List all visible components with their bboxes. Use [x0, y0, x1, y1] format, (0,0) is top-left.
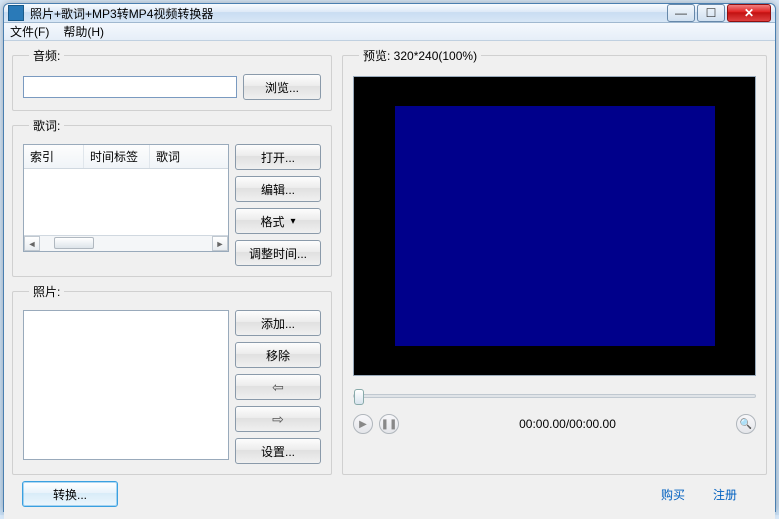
photos-remove-button[interactable]: 移除: [235, 342, 321, 368]
arrow-left-icon: ⇦: [272, 379, 284, 396]
maximize-button[interactable]: ☐: [697, 4, 725, 22]
play-button[interactable]: ▶: [353, 414, 373, 434]
window-buttons: — ☐ ✕: [667, 4, 771, 22]
scroll-right-icon[interactable]: ►: [212, 236, 228, 251]
zoom-icon[interactable]: 🔍: [736, 414, 756, 434]
lyrics-open-button[interactable]: 打开...: [235, 144, 321, 170]
preview-legend: 预览: 320*240(100%): [359, 47, 481, 64]
seek-slider[interactable]: [353, 386, 756, 406]
lyrics-edit-button[interactable]: 编辑...: [235, 176, 321, 202]
photos-moveup-button[interactable]: ⇦: [235, 374, 321, 400]
audio-legend: 音频:: [29, 47, 64, 64]
col-index[interactable]: 索引: [24, 145, 84, 168]
preview-video-frame: [395, 106, 715, 346]
arrow-right-icon: ⇨: [272, 411, 284, 428]
content-area: 音频: 浏览... 歌词: 索引 时间标签 歌词: [4, 41, 775, 519]
photos-movedown-button[interactable]: ⇨: [235, 406, 321, 432]
preview-canvas: [353, 76, 756, 376]
photos-add-button[interactable]: 添加...: [235, 310, 321, 336]
timecode: 00:00.00/00:00.00: [405, 417, 730, 431]
col-lyric[interactable]: 歌词: [150, 145, 228, 168]
lyrics-legend: 歌词:: [29, 117, 64, 134]
lyrics-group: 歌词: 索引 时间标签 歌词 ◄ ►: [12, 117, 332, 277]
lyrics-header: 索引 时间标签 歌词: [24, 145, 228, 169]
scroll-thumb[interactable]: [54, 237, 94, 249]
menubar: 文件(F) 帮助(H): [4, 23, 775, 41]
preview-group: 预览: 320*240(100%) ▶ ❚❚ 00:00.00/00:00.00…: [342, 47, 767, 475]
window-title: 照片+歌词+MP3转MP4视频转换器: [30, 5, 667, 22]
lyrics-list[interactable]: 索引 时间标签 歌词 ◄ ►: [23, 144, 229, 252]
lyrics-hscroll[interactable]: ◄ ►: [24, 235, 228, 251]
playback-controls: ▶ ❚❚ 00:00.00/00:00.00 🔍: [353, 414, 756, 434]
col-timetag[interactable]: 时间标签: [84, 145, 150, 168]
audio-group: 音频: 浏览...: [12, 47, 332, 111]
menu-file[interactable]: 文件(F): [10, 23, 49, 40]
photos-settings-button[interactable]: 设置...: [235, 438, 321, 464]
menu-help[interactable]: 帮助(H): [63, 23, 104, 40]
photos-group: 照片: 添加... 移除 ⇦ ⇨ 设置...: [12, 283, 332, 475]
register-link[interactable]: 注册: [713, 486, 737, 503]
lyrics-adjust-button[interactable]: 调整时间...: [235, 240, 321, 266]
pause-button[interactable]: ❚❚: [379, 414, 399, 434]
bottom-bar: 转换... 购买 注册: [12, 475, 767, 511]
audio-path-input[interactable]: [23, 76, 237, 98]
seek-thumb[interactable]: [354, 389, 364, 405]
lyrics-format-button[interactable]: 格式 ▾: [235, 208, 321, 234]
photos-list[interactable]: [23, 310, 229, 460]
app-window: 照片+歌词+MP3转MP4视频转换器 — ☐ ✕ 文件(F) 帮助(H) 音频:…: [3, 3, 776, 512]
titlebar[interactable]: 照片+歌词+MP3转MP4视频转换器 — ☐ ✕: [4, 4, 775, 23]
lyrics-list-body[interactable]: [24, 169, 228, 235]
chevron-down-icon: ▾: [290, 216, 295, 227]
photos-legend: 照片:: [29, 283, 64, 300]
close-button[interactable]: ✕: [727, 4, 771, 22]
minimize-button[interactable]: —: [667, 4, 695, 22]
scroll-left-icon[interactable]: ◄: [24, 236, 40, 251]
buy-link[interactable]: 购买: [661, 486, 685, 503]
audio-browse-button[interactable]: 浏览...: [243, 74, 321, 100]
app-icon: [8, 5, 24, 21]
scroll-track[interactable]: [40, 236, 212, 251]
lyrics-format-label: 格式: [260, 213, 284, 230]
convert-button[interactable]: 转换...: [22, 481, 118, 507]
